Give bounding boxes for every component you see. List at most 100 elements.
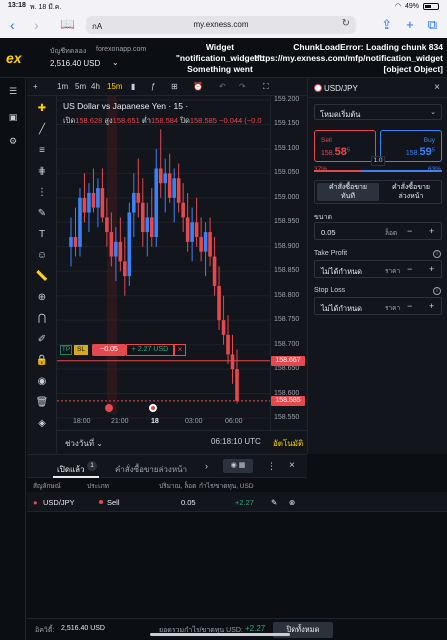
chevron-right-icon[interactable]: › xyxy=(205,461,208,471)
event-marker-center xyxy=(151,406,155,410)
tp-handle[interactable]: TP xyxy=(60,345,72,355)
tf-15m[interactable]: 15m xyxy=(107,82,123,91)
info-icon[interactable]: i xyxy=(433,287,441,295)
tp-field[interactable]: ไม่ได้กำหนด ราคา − + xyxy=(314,260,442,278)
positions-header: สัญลักษณ์ ประเภท ปริมาณ, ล็อต กำไร/ขาดทุ… xyxy=(27,478,447,490)
tp-minus-button[interactable]: − xyxy=(407,264,412,274)
time-tick: 21:00 xyxy=(111,418,129,425)
zoom-icon[interactable]: ⊕ xyxy=(35,291,49,305)
lock-icon[interactable]: 🔒 xyxy=(35,354,49,368)
tab-pending-order[interactable]: คำสั่งซื้อขาย ล่วงหน้า xyxy=(381,183,441,201)
brush-icon[interactable]: ✎ xyxy=(35,207,49,221)
text-icon[interactable]: T xyxy=(35,228,49,242)
alert-icon[interactable]: ⏰ xyxy=(193,82,203,91)
undo-icon[interactable]: ↶ xyxy=(219,82,226,91)
sl-field[interactable]: ไม่ได้กำหนด ราคา − + xyxy=(314,297,442,315)
channel-icon[interactable]: ⋕ xyxy=(35,165,49,179)
position-volume-tag[interactable]: −0.05 xyxy=(92,344,126,356)
volume-field[interactable]: 0.05 ล็อต − + xyxy=(314,222,442,240)
tab-pending-positions[interactable]: คำสั่งซื้อขายล่วงหน้า xyxy=(115,463,187,476)
eye-icon[interactable]: ◉ xyxy=(35,375,49,389)
close-icon[interactable]: × xyxy=(434,82,440,93)
share-icon[interactable]: ⇪ xyxy=(381,17,392,33)
menu-icon[interactable]: ☰ xyxy=(8,86,18,96)
new-tab-icon[interactable]: + xyxy=(406,17,414,33)
candle-body xyxy=(208,232,212,257)
magnet-icon[interactable]: ⋂ xyxy=(35,312,49,326)
event-marker xyxy=(105,404,113,412)
row-volume: 0.05 xyxy=(181,498,196,507)
fullscreen-icon[interactable]: ⛶ xyxy=(263,82,269,92)
tf-1m[interactable]: 1m xyxy=(57,82,68,91)
col-type: ประเภท xyxy=(87,483,109,490)
volume-plus-button[interactable]: + xyxy=(429,226,434,236)
sl-plus-button[interactable]: + xyxy=(429,301,434,311)
back-button[interactable]: ‹ xyxy=(10,17,15,33)
candle-body xyxy=(96,188,100,208)
candle-body xyxy=(109,232,114,257)
price-axis[interactable]: 159.200 159.150 159.100 159.050 159.000 158.9… xyxy=(270,96,307,430)
lines-icon[interactable]: ≡ xyxy=(35,144,49,158)
more-icon[interactable]: ⋮ xyxy=(267,461,276,472)
tp-unit: ราคา xyxy=(385,268,401,275)
table-row[interactable]: ● USD/JPY Sell 0.05 +2.27 ✎ ⊗ xyxy=(27,492,447,512)
position-price-badge: 158.667 xyxy=(271,355,305,366)
reload-icon[interactable]: ↻ xyxy=(342,18,350,29)
close-position-icon[interactable]: × xyxy=(174,344,186,356)
exness-logo[interactable]: ex xyxy=(6,50,28,66)
trash-icon[interactable]: 🗑 xyxy=(35,396,49,410)
price-tick: 159.150 xyxy=(274,120,300,128)
close-row-icon[interactable]: ⊗ xyxy=(289,498,295,507)
edit-icon[interactable]: ✎ xyxy=(271,498,277,507)
trendline-icon[interactable]: ╱ xyxy=(35,123,49,137)
ruler-icon[interactable]: 📏 xyxy=(35,270,49,284)
tp-label: Take Profit xyxy=(314,250,348,257)
candle-body xyxy=(226,334,230,355)
buy-button[interactable]: Buy 158.595 xyxy=(380,130,442,162)
indicators-icon[interactable]: ƒ xyxy=(151,82,155,91)
tf-5m[interactable]: 5m xyxy=(75,82,86,91)
buy-price-prefix: 158. xyxy=(405,150,420,157)
mode-select[interactable]: โหมดเริ่มต้น ⌄ xyxy=(314,104,442,120)
lock-draw-icon[interactable]: ✐ xyxy=(35,333,49,347)
fib-icon[interactable]: ⋮ xyxy=(35,186,49,200)
address-bar[interactable]: กA my.exness.com ↻ xyxy=(86,16,356,34)
tp-plus-button[interactable]: + xyxy=(429,264,434,274)
forward-button[interactable]: › xyxy=(34,17,39,33)
sell-button[interactable]: Sell 158.585 xyxy=(314,130,376,162)
chart-bottom-bar: ช่วงวันที่ ⌄ 06:18:10 UTC อัตโนมัติ xyxy=(57,430,307,454)
volume-minus-button[interactable]: − xyxy=(407,226,412,236)
crosshair-icon[interactable]: ✚ xyxy=(35,102,49,116)
tf-4h[interactable]: 4h xyxy=(91,82,100,91)
tab-market-order[interactable]: คำสั่งซื้อขาย ทันที xyxy=(317,183,379,201)
candle-body xyxy=(149,217,154,237)
chart-type-icon[interactable]: ▮ xyxy=(131,82,135,91)
candle-body xyxy=(100,188,105,218)
buy-price-big: 59 xyxy=(419,146,432,158)
settings-icon[interactable]: ⚙ xyxy=(8,136,18,146)
usdjpy-flag-icon: ● xyxy=(33,498,38,507)
tab-open-positions[interactable]: เปิดแล้ว xyxy=(57,463,85,476)
layout-icon[interactable]: ⊞ xyxy=(171,82,178,91)
status-right: ◠ 49% xyxy=(395,2,439,10)
chart-toolbar: + 1m 5m 4h 15m ▮ ƒ ⊞ ⏰ ↶ ↷ ⛶ xyxy=(27,78,307,96)
tabs-icon[interactable]: ⧉ xyxy=(428,17,437,33)
emoji-icon[interactable]: ☺ xyxy=(35,249,49,263)
sl-minus-button[interactable]: − xyxy=(407,301,412,311)
candle-body xyxy=(203,232,208,252)
redo-icon[interactable]: ↷ xyxy=(239,82,246,91)
close-panel-icon[interactable]: × xyxy=(289,460,295,471)
info-icon[interactable]: i xyxy=(433,250,441,258)
sell-price-prefix: 158. xyxy=(321,150,335,157)
add-indicator-button[interactable]: + xyxy=(33,82,38,91)
auto-scale-button[interactable]: อัตโนมัติ xyxy=(273,437,303,450)
book-icon[interactable]: 📖 xyxy=(60,17,75,31)
calendar-icon[interactable]: ▣ xyxy=(8,112,18,122)
browser-toolbar: ‹ › 📖 กA my.exness.com ↻ ⇪ + ⧉ xyxy=(0,12,447,38)
sl-handle[interactable]: SL xyxy=(74,345,88,355)
chevron-down-icon[interactable]: ⌄ xyxy=(112,58,119,67)
date-range-button[interactable]: ช่วงวันที่ ⌄ xyxy=(65,437,103,450)
layers-icon[interactable]: ◈ xyxy=(35,417,49,431)
view-toggle-icon[interactable]: ◉ ▦ xyxy=(223,459,253,473)
account-balance[interactable]: 2,516.40 USD xyxy=(50,59,100,68)
